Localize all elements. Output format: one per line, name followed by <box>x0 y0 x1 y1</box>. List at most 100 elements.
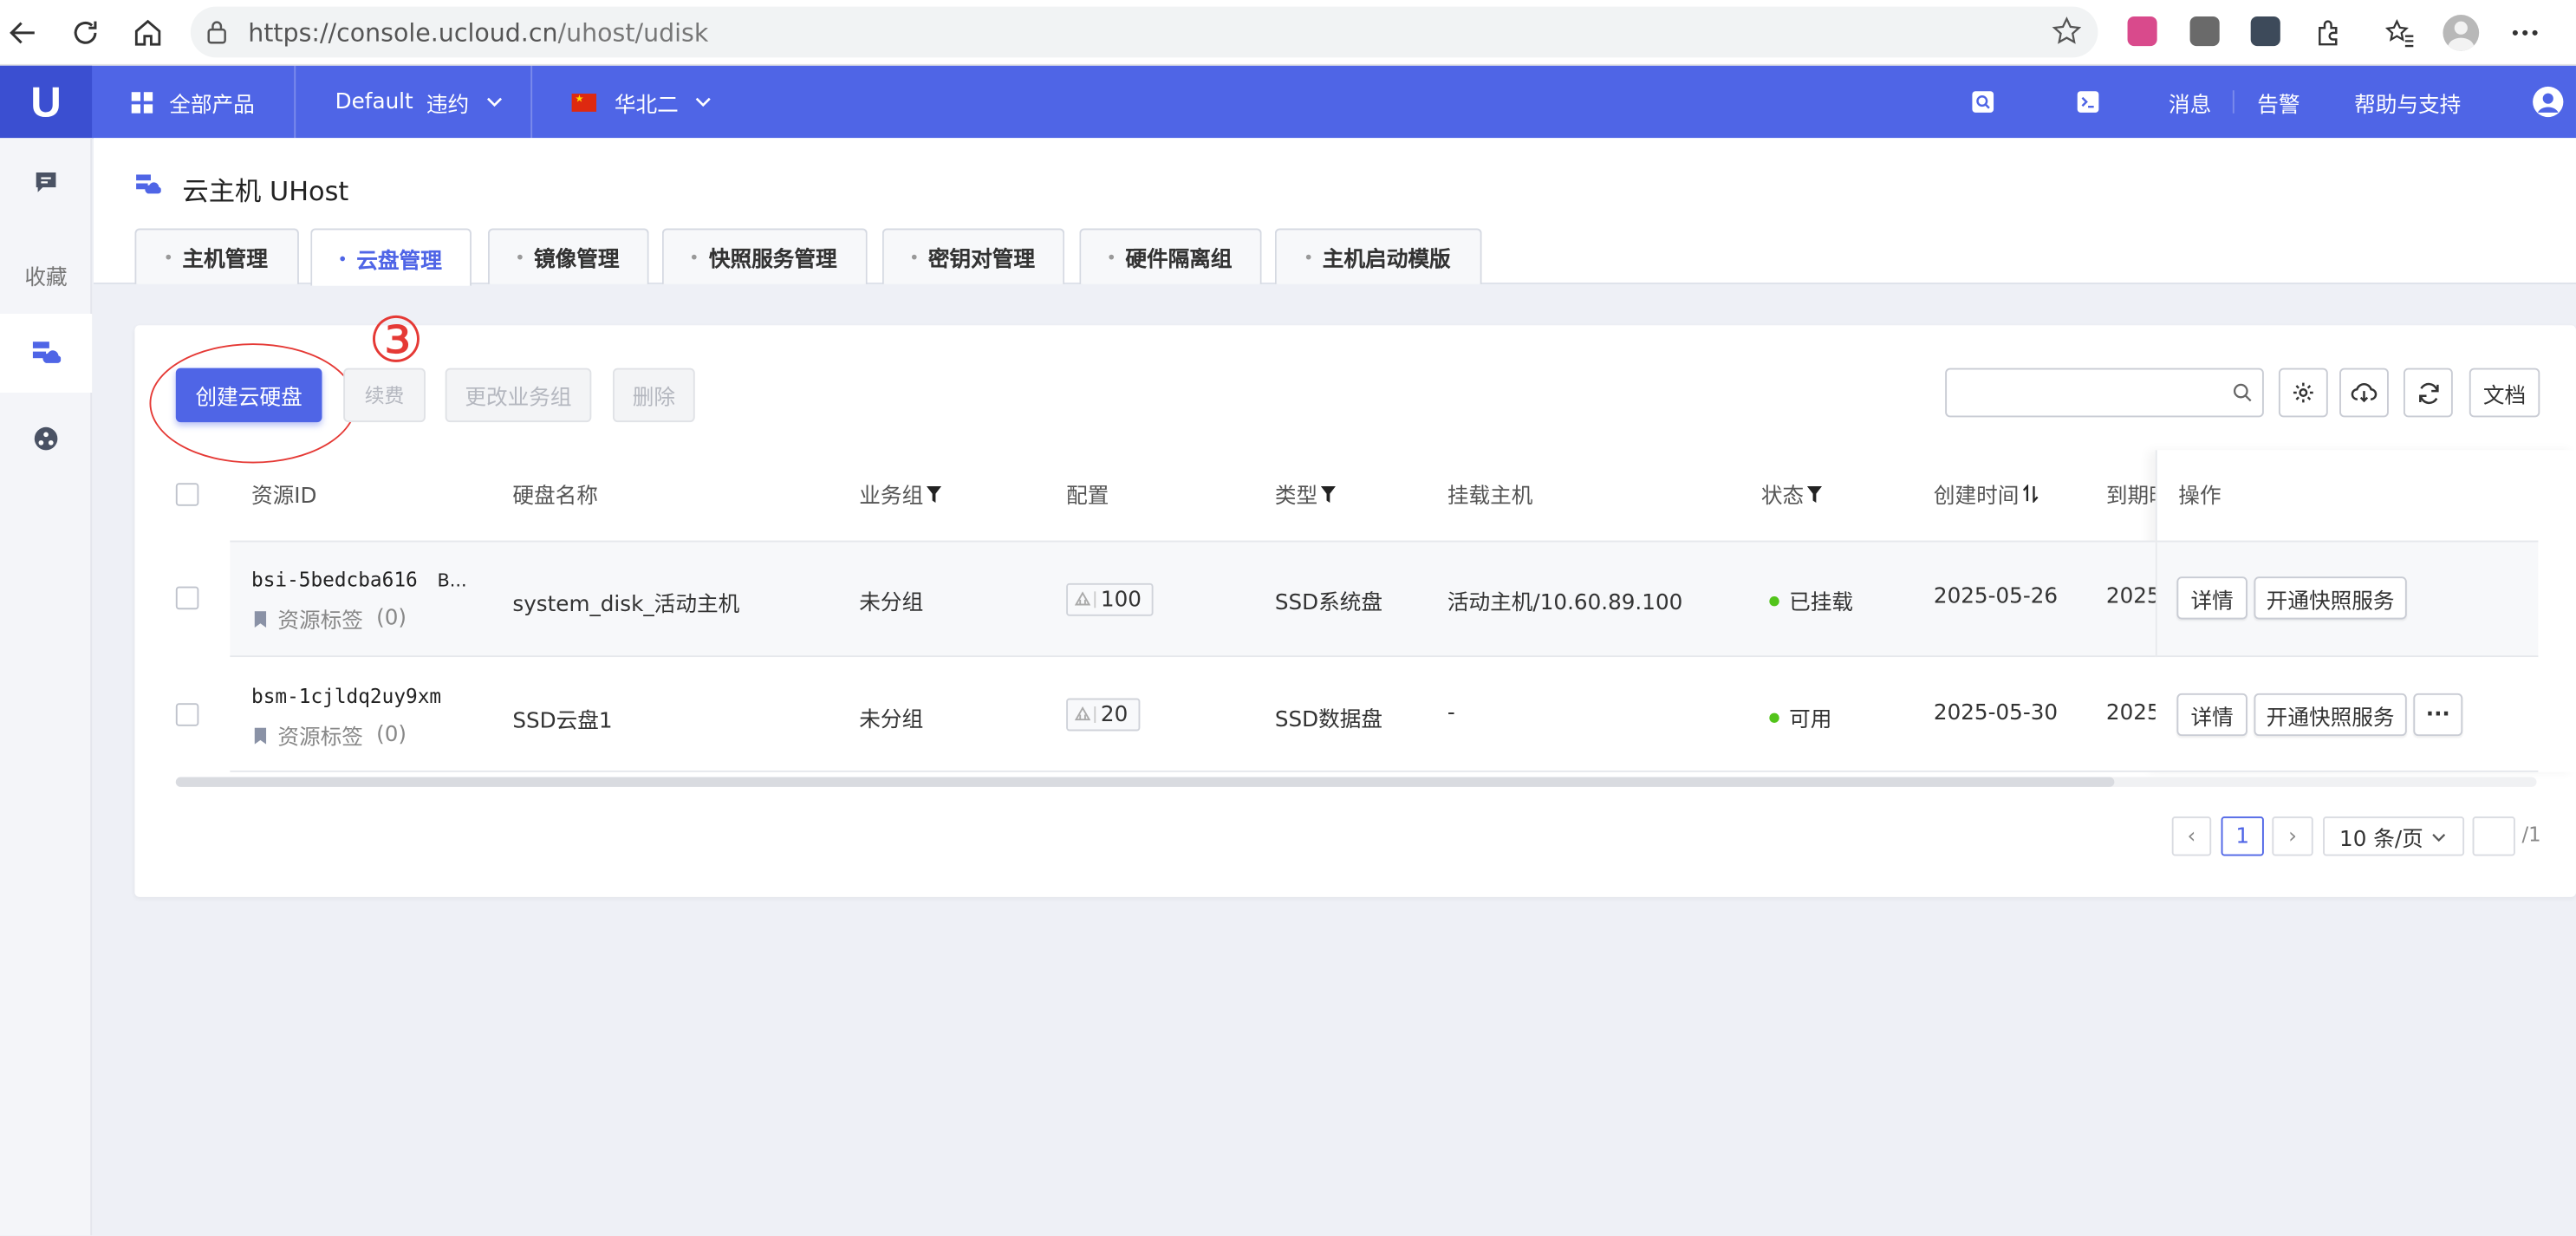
row-checkbox[interactable] <box>175 703 199 726</box>
refresh-button[interactable] <box>2403 368 2453 418</box>
tab-label: 快照服务管理 <box>708 248 837 273</box>
disk-icon <box>1074 591 1091 606</box>
messages-sidebar-icon[interactable] <box>33 169 59 195</box>
tab-label: 主机启动模版 <box>1322 248 1451 273</box>
nav-divider <box>2232 90 2234 114</box>
tab-image-management[interactable]: 镜像管理 <box>487 228 649 284</box>
total-pages: /1 <box>2521 823 2541 847</box>
project-selector[interactable]: Default 违约 <box>335 66 502 138</box>
download-button[interactable] <box>2339 368 2389 418</box>
disk-type: SSD系统盘 <box>1274 591 1383 616</box>
extension-dots-icon[interactable] <box>2250 16 2280 47</box>
enable-snapshot-button[interactable]: 开通快照服务 <box>2254 576 2407 620</box>
horizontal-scrollbar-track[interactable] <box>175 777 2537 787</box>
column-header-status[interactable]: 状态 <box>1761 478 1823 510</box>
tab-keypair-management[interactable]: 密钥对管理 <box>881 228 1065 284</box>
favorites-list-icon[interactable] <box>2380 13 2419 52</box>
region-name: 华北二 <box>614 93 679 118</box>
tab-label: 镜像管理 <box>533 248 620 273</box>
renew-button[interactable]: 续费 <box>343 368 426 423</box>
all-products-menu[interactable]: 全部产品 <box>131 66 255 138</box>
capacity-value: 20 <box>1100 702 1129 727</box>
tab-disk-management[interactable]: 云盘管理 <box>310 228 472 286</box>
project-name: Default <box>335 89 413 114</box>
tab-isolation-group[interactable]: 硬件隔离组 <box>1079 228 1262 284</box>
prev-page-button[interactable]: ‹ <box>2171 816 2212 856</box>
url-host: https://console.ucloud.cn <box>248 17 558 48</box>
tab-snapshot-management[interactable]: 快照服务管理 <box>661 228 868 284</box>
messages-link[interactable]: 消息 <box>2169 66 2211 138</box>
goto-page-input[interactable] <box>2472 816 2515 856</box>
refresh-icon[interactable] <box>66 13 105 52</box>
search-input[interactable] <box>1945 368 2264 418</box>
profile-avatar-icon[interactable] <box>2442 13 2481 52</box>
horizontal-scrollbar-thumb[interactable] <box>175 777 2115 787</box>
column-header-type[interactable]: 类型 <box>1275 478 1336 510</box>
alerts-link[interactable]: 告警 <box>2257 66 2300 138</box>
side-navigation: 收藏 <box>0 138 93 1236</box>
detail-button[interactable]: 详情 <box>2176 576 2247 620</box>
tag-label: 资源标签 <box>277 609 363 634</box>
delete-button[interactable]: 删除 <box>612 368 695 423</box>
tab-label: 主机管理 <box>182 248 268 273</box>
resource-id[interactable]: bsi-5bedcba616 B... <box>251 569 467 592</box>
status-dot <box>1769 595 1779 606</box>
tag-count: (0) <box>376 606 407 631</box>
lock-icon[interactable] <box>205 20 229 51</box>
resource-id[interactable]: bsm-1cjldq2uy9xm <box>251 685 441 708</box>
select-all-checkbox[interactable] <box>175 483 199 506</box>
network-sidebar-icon[interactable] <box>33 426 59 452</box>
column-header-expire-time: 到期时间 <box>2105 485 2156 510</box>
filter-icon[interactable] <box>1320 485 1336 503</box>
favorites-label[interactable]: 收藏 <box>0 259 92 290</box>
settings-button[interactable] <box>2278 368 2328 418</box>
mounted-host[interactable]: 活动主机/10.60.89.100 <box>1447 585 1682 615</box>
filter-icon[interactable] <box>1806 485 1823 503</box>
refresh-icon <box>2418 381 2438 404</box>
terminal-nav-button[interactable] <box>2077 66 2100 138</box>
status: 可用 <box>1769 701 1831 732</box>
extension-edit-icon[interactable] <box>2189 16 2220 47</box>
column-header-business-group[interactable]: 业务组 <box>859 478 942 510</box>
change-group-button[interactable]: 更改业务组 <box>445 368 592 423</box>
create-disk-button[interactable]: 创建云硬盘 <box>175 368 322 423</box>
next-page-button[interactable]: › <box>2272 816 2313 856</box>
user-account-icon[interactable] <box>2532 66 2565 138</box>
column-header-created-time[interactable]: 创建时间 <box>1934 478 2039 510</box>
tab-host-management[interactable]: 主机管理 <box>134 228 299 284</box>
page-size-select[interactable]: 10 条/页 <box>2323 816 2465 856</box>
column-header-resource-id: 资源ID <box>250 485 317 510</box>
uhost-cloud-icon <box>32 342 62 363</box>
expire-time: 2025- <box>2105 584 2156 610</box>
extension-qr-icon[interactable] <box>2127 16 2157 47</box>
address-bar[interactable]: https://console.ucloud.cn/uhost/udisk <box>190 6 2098 58</box>
resource-tag-link[interactable]: 资源标签 (0) <box>253 603 407 634</box>
more-actions-button[interactable]: ··· <box>2413 693 2463 737</box>
favorite-star-icon[interactable] <box>2052 16 2082 53</box>
capacity-badge: 20 <box>1066 698 1140 732</box>
page-1-button[interactable]: 1 <box>2221 816 2264 856</box>
tab-launch-template[interactable]: 主机启动模版 <box>1274 228 1482 284</box>
search-nav-button[interactable] <box>1971 66 1994 138</box>
help-support-link[interactable]: 帮助与支持 <box>2354 66 2461 138</box>
gear-icon <box>2293 382 2313 403</box>
resource-tag-link[interactable]: 资源标签 (0) <box>253 719 407 751</box>
enable-snapshot-button[interactable]: 开通快照服务 <box>2254 693 2407 737</box>
tab-label: 云盘管理 <box>356 249 442 274</box>
more-menu-icon[interactable] <box>2505 13 2544 52</box>
region-selector[interactable]: ★ 华北二 <box>571 66 712 138</box>
sidebar-item-uhost[interactable] <box>0 314 93 394</box>
tag-label: 资源标签 <box>277 725 363 751</box>
detail-button[interactable]: 详情 <box>2176 693 2247 737</box>
sort-icon[interactable] <box>2022 485 2039 503</box>
ucloud-logo[interactable]: U <box>0 65 93 139</box>
row-checkbox[interactable] <box>175 586 199 610</box>
home-icon[interactable] <box>128 13 167 52</box>
resource-id-suffix: B... <box>437 569 467 592</box>
search-icon <box>1972 91 1994 113</box>
docs-button[interactable]: 文档 <box>2469 368 2540 418</box>
back-icon[interactable] <box>3 13 42 52</box>
extensions-puzzle-icon[interactable] <box>2308 13 2347 52</box>
column-header-mounted-host: 挂载主机 <box>1447 485 1533 510</box>
filter-icon[interactable] <box>927 485 942 503</box>
